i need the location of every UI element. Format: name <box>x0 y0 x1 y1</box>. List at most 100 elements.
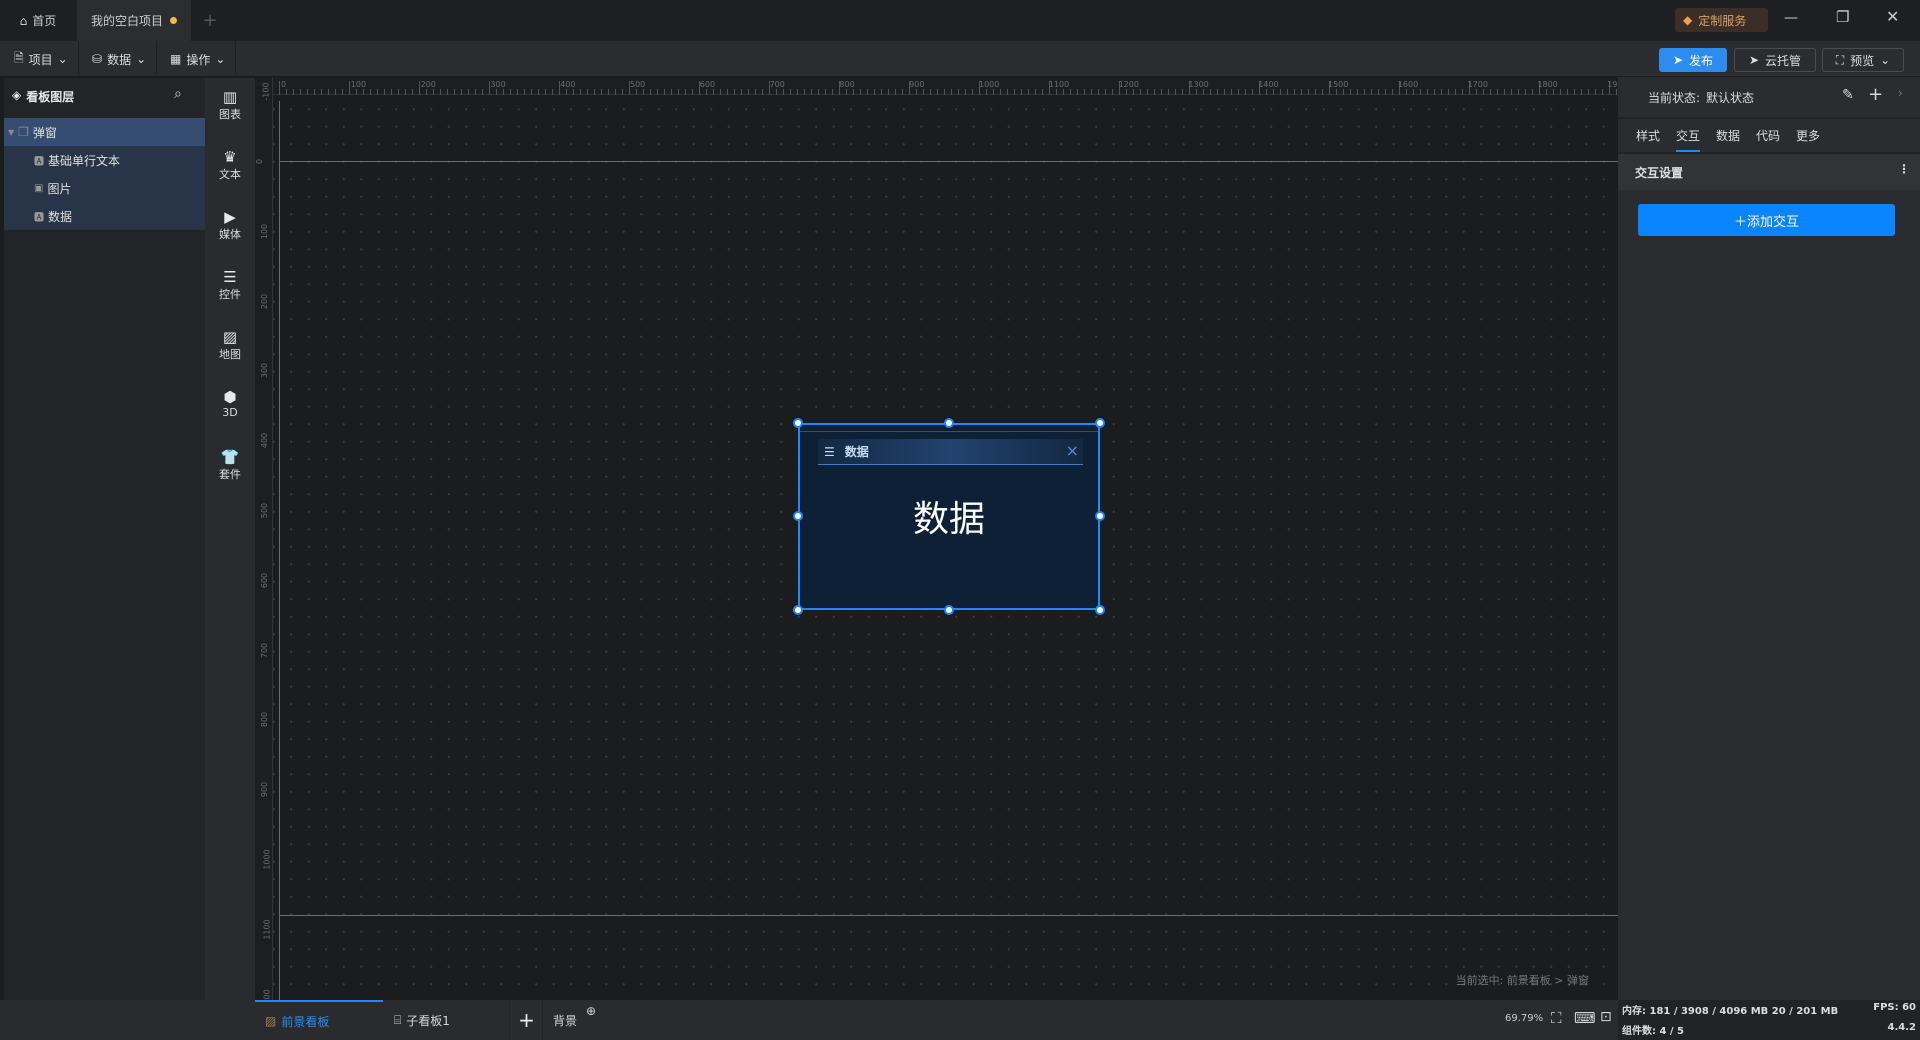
tool-label: 媒体 <box>219 228 241 241</box>
add-interaction-button[interactable]: ＋添加交互 <box>1638 204 1895 236</box>
more-vertical-icon[interactable]: ⋮ <box>1898 162 1910 176</box>
canvas[interactable]: 0 100 200 300 400 500 600 700 800 900 1000 1100 1200… <box>255 77 1618 1000</box>
resize-handle[interactable] <box>944 418 954 428</box>
chevron-right-icon[interactable]: › <box>1898 86 1903 100</box>
ruler-tick-label: 400 <box>560 80 576 89</box>
resize-handle[interactable] <box>793 418 803 428</box>
cloud-button[interactable]: ➤ 云托管 <box>1734 48 1816 72</box>
fullscreen-icon: ⛶ <box>1835 52 1845 67</box>
publish-button[interactable]: ➤ 发布 <box>1659 48 1727 72</box>
add-tab-button[interactable]: + <box>195 0 225 41</box>
tool-label: 图表 <box>219 108 241 121</box>
tab-foreground[interactable]: ▨ 前景看板 <box>255 1000 383 1040</box>
close-window-button[interactable]: ✕ <box>1886 7 1899 26</box>
toolbar: 🗎 项目 ⌄ ⛁ 数据 ⌄ ▦ 操作 ⌄ <box>0 41 1920 77</box>
menu-project[interactable]: 🗎 项目 ⌄ <box>4 41 79 77</box>
resize-handle[interactable] <box>1095 605 1105 615</box>
tab-prop-2[interactable]: 数据 <box>1716 127 1740 150</box>
resize-handle[interactable] <box>793 511 803 521</box>
restore-button[interactable]: ❐ <box>1836 8 1849 26</box>
tab-sub-board-label: 子看板1 <box>406 1013 450 1028</box>
menu-data[interactable]: ⛁ 数据 ⌄ <box>82 41 158 77</box>
ruler-tick-label: 800 <box>260 712 270 728</box>
list-icon: ☰ <box>824 444 835 459</box>
ruler-tick-label: 1000 <box>979 80 1000 89</box>
section-title: 交互设置 <box>1635 166 1684 180</box>
state-value: 默认状态 <box>1706 91 1755 105</box>
custom-service-button[interactable]: ◆ 定制服务 <box>1675 8 1768 32</box>
tool-label: 3D <box>222 406 238 419</box>
ruler-tick-label: 600 <box>260 572 270 588</box>
caret-down-icon: ▼ <box>8 127 15 137</box>
ruler-tick-label: 1300 <box>1188 80 1209 89</box>
ruler-tick-label: -100 <box>261 82 271 101</box>
publish-label: 发布 <box>1689 53 1714 68</box>
tool-3[interactable]: ☰ 控件 <box>205 268 255 302</box>
resize-handle[interactable] <box>944 605 954 615</box>
selection-breadcrumb: 当前选中: 前景看板 > 弹窗 <box>1455 974 1589 987</box>
tab-sub-board[interactable]: ⌸ 子看板1 <box>384 1000 510 1040</box>
popup-content-text: 数据 <box>912 499 985 540</box>
tab-prop-4[interactable]: 更多 <box>1796 127 1820 150</box>
ruler-tick-label: 1100 <box>1048 80 1070 89</box>
cloud-label: 云托管 <box>1765 53 1802 68</box>
layer-item-text[interactable]: 🅰 基础单行文本 <box>4 146 205 174</box>
home-icon: ⌂ <box>19 13 28 28</box>
tab-home[interactable]: ⌂ 首页 <box>0 0 76 41</box>
resize-handle[interactable] <box>1095 418 1105 428</box>
ruler-tick-label: 700 <box>769 80 785 89</box>
guide-line-left <box>279 101 280 1000</box>
current-state: 当前状态: 默认状态 <box>1648 89 1754 106</box>
add-state-icon[interactable]: + <box>1868 84 1883 105</box>
resize-handle[interactable] <box>793 605 803 615</box>
stats-panel: 内存: 181 / 3908 / 4096 MB 20 / 201 MB FPS… <box>1618 1000 1920 1040</box>
fit-screen-icon[interactable]: ⛶ <box>1551 1009 1562 1027</box>
keyboard-icon[interactable]: ⌨ <box>1574 1009 1596 1027</box>
tool-2[interactable]: ▶ 媒体 <box>205 208 255 242</box>
ruler-tick-label: 1500 <box>1328 80 1349 89</box>
memory-stats: 内存: 181 / 3908 / 4096 MB 20 / 201 MB <box>1622 1006 1839 1017</box>
layer-label: 弹窗 <box>32 125 57 140</box>
preview-button[interactable]: ⛶ 预览 ⌄ <box>1822 48 1904 72</box>
guide-line-top <box>279 161 1618 162</box>
layer-item-image[interactable]: ▣ 图片 <box>4 174 205 202</box>
group-icon: ❐ <box>18 125 29 139</box>
custom-service-label: 定制服务 <box>1698 13 1747 28</box>
search-icon[interactable]: ⌕ <box>174 86 182 102</box>
ruler-tick-label: 300 <box>260 363 270 379</box>
popup-close-icon[interactable]: × <box>1066 441 1079 460</box>
ruler-tick-label: 100 <box>350 80 367 89</box>
add-circle-icon[interactable]: ⊕ <box>586 1004 596 1018</box>
chevron-down-icon: ⌄ <box>1880 53 1891 67</box>
ruler-tick-label: 1600 <box>1397 80 1419 89</box>
popup-component[interactable]: ☰ 数据 × 数据 <box>798 423 1100 610</box>
grid-icon: ▦ <box>170 52 182 66</box>
tab-prop-1[interactable]: 交互 <box>1676 127 1701 152</box>
ruler-tick-label: 500 <box>260 502 270 519</box>
layer-item-data[interactable]: 🅰 数据 <box>4 202 205 230</box>
tool-4[interactable]: ▨ 地图 <box>205 328 255 362</box>
tool-6[interactable]: 👕 套件 <box>205 448 255 482</box>
layers-panel: ◈ 看板图层 ⌕ ▼ ❐ 弹窗 🅰 基础单行文本 ▣ 图片 🅰 数据 <box>4 78 205 1000</box>
tool-icon: ♛ <box>223 148 237 166</box>
layers-icon: ◈ <box>12 88 22 102</box>
tool-label: 地图 <box>219 348 241 361</box>
tool-5[interactable]: ⬢ 3D <box>205 388 255 419</box>
menu-ops[interactable]: ▦ 操作 ⌄ <box>160 41 237 77</box>
tab-background[interactable]: 背景 <box>553 1012 577 1029</box>
add-board-button[interactable]: + <box>511 1000 543 1040</box>
tool-1[interactable]: ♛ 文本 <box>205 148 255 182</box>
resize-handle[interactable] <box>1095 511 1105 521</box>
tool-0[interactable]: ▥ 图表 <box>205 88 255 122</box>
tab-project[interactable]: 我的空白项目 <box>77 0 191 41</box>
properties-panel: 当前状态: 默认状态 ✎ + › 交互设置 ⋮ ＋添加交互 样式 交互 数据 代码 更多 <box>1618 77 1920 1000</box>
minimize-button[interactable]: — <box>1784 10 1798 26</box>
edit-icon[interactable]: ✎ <box>1842 87 1854 103</box>
tab-prop-0[interactable]: 样式 <box>1636 127 1660 150</box>
ruler-tick-label: 400 <box>260 433 270 449</box>
terminal-icon[interactable]: ⊡ <box>1600 1009 1612 1025</box>
popup-title: 数据 <box>844 445 869 459</box>
layer-item-popup[interactable]: ▼ ❐ 弹窗 <box>4 118 205 146</box>
guide-line-bottom <box>279 915 1618 916</box>
tab-prop-3[interactable]: 代码 <box>1756 127 1780 150</box>
